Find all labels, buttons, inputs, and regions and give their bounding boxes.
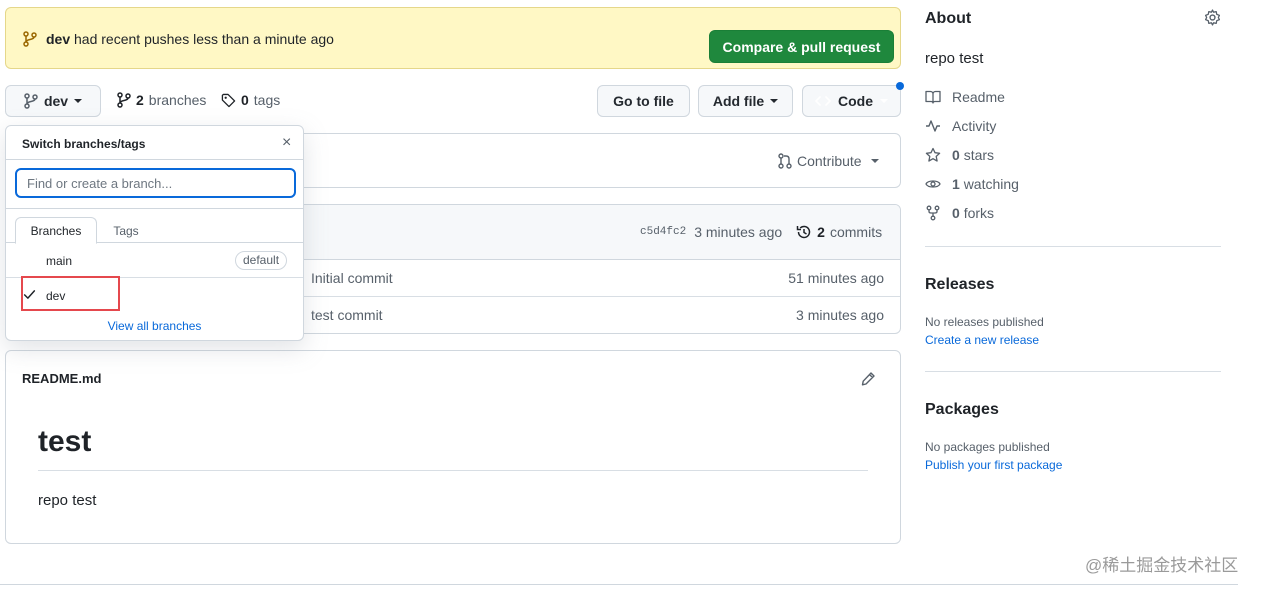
push-banner: dev had recent pushes less than a minute… [5,7,901,69]
add-file-button[interactable]: Add file [698,85,793,117]
tags-label: tags [253,92,281,108]
branch-filter-input[interactable] [15,168,296,198]
chevron-down-icon [74,99,83,103]
row-commit-message[interactable]: Initial commit [311,270,393,286]
divider [925,246,1221,247]
current-branch-label: dev [43,93,69,109]
chevron-down-icon [880,99,888,103]
divider [6,159,303,160]
contribute-label: Contribute [797,153,862,169]
commit-time: 3 minutes ago [694,224,783,240]
branch-select-button[interactable]: dev [5,85,101,117]
watermark-text: @稀土掘金技术社区 [1085,556,1239,575]
chevron-down-icon [770,99,779,103]
sidebar-item-forks[interactable]: 0 forks [925,205,994,221]
tags-count: 0 [241,92,249,108]
code-icon [815,93,831,109]
readme-filename[interactable]: README.md [22,371,101,386]
commits-link[interactable]: 2 commits [796,224,882,240]
packages-title[interactable]: Packages [925,401,999,419]
row-commit-message[interactable]: test commit [311,307,383,323]
packages-empty-text: No packages published [925,440,1050,454]
row-commit-time: 3 minutes ago [796,307,884,323]
git-branch-icon [24,93,38,109]
close-icon[interactable]: × [282,134,291,152]
sidebar-item-label: stars [963,147,995,163]
sidebar-item-label: watching [963,176,1019,192]
branches-count: 2 [136,92,144,108]
history-icon [796,224,812,240]
tag-icon [221,93,236,108]
latest-commit-info: c5d4fc2 3 minutes ago 2 commits [640,224,882,240]
compare-pull-request-button[interactable]: Compare & pull request [709,30,894,63]
branches-label: branches [148,92,207,108]
publish-package-link[interactable]: Publish your first package [925,458,1062,472]
push-banner-text: dev had recent pushes less than a minute… [46,31,334,47]
sidebar-item-readme[interactable]: Readme [925,89,1005,105]
add-file-label: Add file [712,93,765,109]
tags-link[interactable]: 0 tags [221,92,280,108]
chevron-down-icon [870,159,879,163]
releases-empty-text: No releases published [925,315,1044,329]
sidebar-item-label: Activity [952,118,997,134]
releases-title[interactable]: Releases [925,276,994,294]
book-icon [925,89,941,105]
git-branch-icon [23,31,37,47]
push-branch-name[interactable]: dev [46,31,70,47]
branch-item-main[interactable]: main default [6,243,303,278]
star-icon [925,147,941,163]
pencil-icon[interactable] [860,371,876,387]
sidebar-item-stars[interactable]: 0 stars [925,147,994,163]
tab-tags[interactable]: Tags [102,217,150,244]
branch-item-label: main [46,254,73,268]
annotation-highlight-box [21,276,120,311]
readme-divider [38,470,868,471]
gear-icon[interactable] [1204,9,1221,26]
readme-body: repo test [38,492,97,509]
divider [925,371,1221,372]
pulse-icon [925,118,941,134]
stars-count: 0 [952,147,960,163]
go-to-file-button[interactable]: Go to file [597,85,690,117]
branches-link[interactable]: 2 branches [117,92,206,108]
tab-branches[interactable]: Branches [15,217,97,244]
readme-panel: README.md test repo test [5,350,901,544]
pull-request-icon [778,153,792,169]
sidebar-item-activity[interactable]: Activity [925,118,996,134]
sidebar-item-label: Readme [952,89,1005,105]
about-title: About [925,10,972,27]
view-all-branches-link[interactable]: View all branches [6,319,303,333]
divider [6,208,303,209]
notification-dot [896,82,904,90]
repo-description: repo test [925,50,984,67]
fork-icon [925,205,941,221]
sidebar-item-label: forks [963,205,995,221]
code-label: Code [838,93,873,109]
commits-count: 2 [817,224,825,240]
dropdown-title: Switch branches/tags [22,137,146,151]
commits-label: commits [829,224,883,240]
eye-icon [925,176,941,192]
contribute-button[interactable]: Contribute [778,153,879,169]
create-release-link[interactable]: Create a new release [925,333,1039,347]
commit-sha[interactable]: c5d4fc2 [640,226,686,238]
code-button[interactable]: Code [802,85,901,117]
readme-heading: test [38,425,92,458]
forks-count: 0 [952,205,960,221]
sidebar-item-watching[interactable]: 1 watching [925,176,1019,192]
row-commit-time: 51 minutes ago [788,270,884,286]
footer-divider [0,584,1238,585]
watching-count: 1 [952,176,960,192]
git-branch-icon [117,92,131,108]
default-badge: default [235,251,288,270]
